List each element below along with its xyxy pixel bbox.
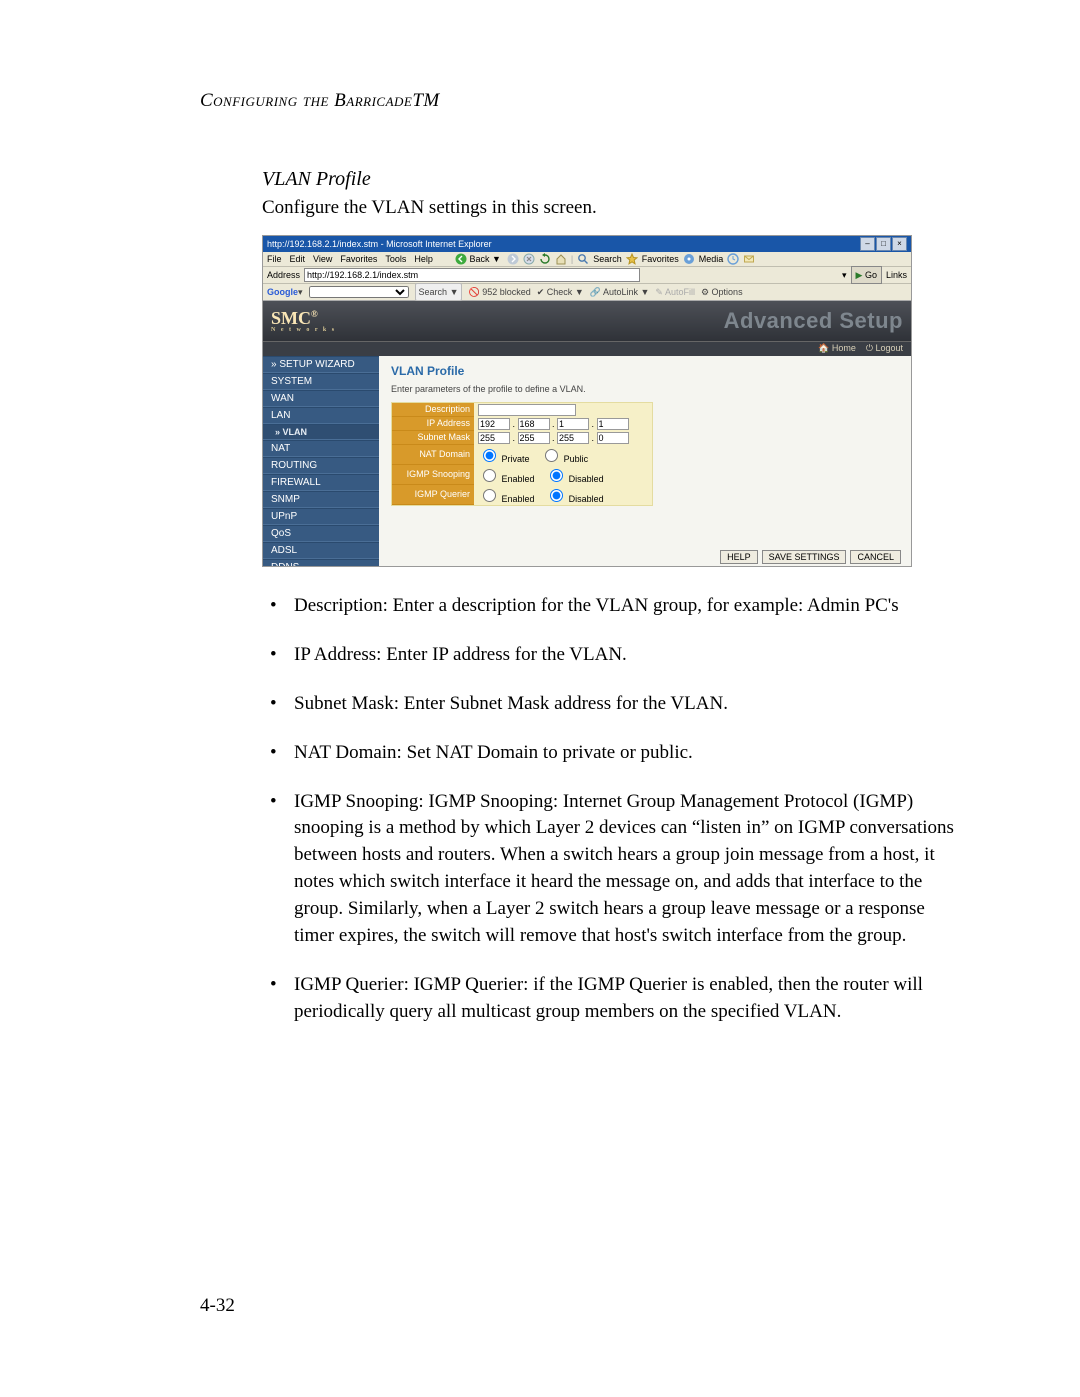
- autolink-button[interactable]: 🔗 AutoLink ▼: [590, 284, 650, 300]
- menu-tools[interactable]: Tools: [385, 252, 406, 266]
- save-button[interactable]: SAVE SETTINGS: [762, 550, 847, 564]
- popups-blocked[interactable]: 🚫 952 blocked: [468, 284, 530, 300]
- close-icon[interactable]: ×: [892, 237, 907, 251]
- stop-icon[interactable]: [523, 253, 535, 265]
- google-search-box[interactable]: [309, 286, 409, 298]
- ip-octet-2[interactable]: [518, 418, 550, 430]
- address-label: Address: [267, 267, 300, 283]
- sidebar-item-4[interactable]: » VLAN: [263, 424, 379, 440]
- window-title: http://192.168.2.1/index.stm - Microsoft…: [267, 236, 492, 252]
- address-bar: Address ▾ ▶ Go Links: [263, 267, 911, 284]
- logout-link[interactable]: ⏻ Logout: [866, 343, 903, 354]
- home-link[interactable]: 🏠 Home: [818, 343, 856, 354]
- page-heading: Advanced Setup: [724, 308, 903, 334]
- search-icon: [577, 253, 589, 265]
- sidebar-item-11[interactable]: ADSL: [263, 542, 379, 559]
- label-igmp-querier: IGMP Querier: [392, 485, 474, 505]
- links-label[interactable]: Links: [886, 267, 907, 283]
- maximize-icon[interactable]: □: [876, 237, 891, 251]
- home-icon[interactable]: [555, 253, 567, 265]
- refresh-icon[interactable]: [539, 253, 551, 265]
- bullet-1: IP Address: Enter IP address for the VLA…: [262, 642, 960, 669]
- snoop-disabled[interactable]: Disabled: [545, 474, 604, 484]
- label-nat-domain: NAT Domain: [392, 445, 474, 465]
- label-igmp-snooping: IGMP Snooping: [392, 465, 474, 485]
- cancel-button[interactable]: CANCEL: [850, 550, 901, 564]
- sidebar-item-2[interactable]: WAN: [263, 390, 379, 407]
- ip-octet-3[interactable]: [557, 418, 589, 430]
- ip-octet-4[interactable]: [597, 418, 629, 430]
- favorites-icon: [626, 253, 638, 265]
- sidebar-item-5[interactable]: NAT: [263, 440, 379, 457]
- querier-disabled[interactable]: Disabled: [545, 494, 604, 504]
- menu-edit[interactable]: Edit: [290, 252, 306, 266]
- bullet-2: Subnet Mask: Enter Subnet Mask address f…: [262, 691, 960, 718]
- mask-octet-2[interactable]: [518, 432, 550, 444]
- bullet-0: Description: Enter a description for the…: [262, 593, 960, 620]
- mask-octet-1[interactable]: [478, 432, 510, 444]
- section-intro: Configure the VLAN settings in this scre…: [262, 195, 960, 221]
- mail-icon[interactable]: [743, 253, 755, 265]
- menu-help[interactable]: Help: [414, 252, 433, 266]
- page-number: 4-32: [200, 1295, 235, 1317]
- screenshot-ie-window: http://192.168.2.1/index.stm - Microsoft…: [262, 235, 912, 567]
- toolbar-search[interactable]: Search: [593, 252, 622, 266]
- google-search-button[interactable]: Search ▼: [415, 283, 463, 301]
- label-ip: IP Address: [392, 417, 474, 431]
- menu-view[interactable]: View: [313, 252, 332, 266]
- google-logo[interactable]: Google▾: [267, 284, 303, 300]
- smc-banner: SMC® N e t w o r k s Advanced Setup: [263, 301, 911, 341]
- bullet-5: IGMP Querier: IGMP Querier: if the IGMP …: [262, 972, 960, 1026]
- forward-icon[interactable]: [507, 253, 519, 265]
- back-button[interactable]: Back ▼: [453, 252, 503, 266]
- querier-enabled[interactable]: Enabled: [478, 494, 535, 504]
- bullet-4: IGMP Snooping: IGMP Snooping: Internet G…: [262, 789, 960, 951]
- nat-public[interactable]: Public: [540, 454, 588, 464]
- menu-favorites[interactable]: Favorites: [340, 252, 377, 266]
- mask-octet-4[interactable]: [597, 432, 629, 444]
- smc-logo: SMC® N e t w o r k s: [271, 308, 336, 333]
- label-description: Description: [392, 403, 474, 417]
- autofill-button[interactable]: ✎ AutoFill: [655, 284, 695, 300]
- back-icon: [455, 253, 467, 265]
- sidebar-item-7[interactable]: FIREWALL: [263, 474, 379, 491]
- media-icon: [683, 253, 695, 265]
- sidebar-item-1[interactable]: SYSTEM: [263, 373, 379, 390]
- side-nav: » SETUP WIZARDSYSTEMWANLAN» VLANNATROUTI…: [263, 356, 379, 567]
- toolbar-media[interactable]: Media: [699, 252, 724, 266]
- label-mask: Subnet Mask: [392, 431, 474, 445]
- menu-file[interactable]: File: [267, 252, 282, 266]
- minimize-icon[interactable]: –: [860, 237, 875, 251]
- bullet-list: Description: Enter a description for the…: [262, 593, 960, 1027]
- running-head: Configuring the BarricadeTM: [200, 90, 960, 112]
- address-input[interactable]: [304, 268, 640, 282]
- section-title: VLAN Profile: [262, 168, 960, 191]
- menu-bar: File Edit View Favorites Tools Help Back…: [263, 252, 911, 267]
- toolbar-favorites[interactable]: Favorites: [642, 252, 679, 266]
- bullet-3: NAT Domain: Set NAT Domain to private or…: [262, 740, 960, 767]
- content-pane: VLAN Profile Enter parameters of the pro…: [379, 356, 911, 567]
- nat-private[interactable]: Private: [478, 454, 530, 464]
- input-description[interactable]: [478, 404, 576, 416]
- content-hint: Enter parameters of the profile to defin…: [391, 384, 899, 394]
- history-icon[interactable]: [727, 253, 739, 265]
- sidebar-item-9[interactable]: UPnP: [263, 508, 379, 525]
- snoop-enabled[interactable]: Enabled: [478, 474, 535, 484]
- spellcheck-button[interactable]: ✔ Check ▼: [537, 284, 584, 300]
- sidebar-item-0[interactable]: » SETUP WIZARD: [263, 356, 379, 373]
- mask-octet-3[interactable]: [557, 432, 589, 444]
- content-title: VLAN Profile: [391, 364, 899, 378]
- ip-octet-1[interactable]: [478, 418, 510, 430]
- options-button[interactable]: ⚙ Options: [701, 284, 743, 300]
- sidebar-item-3[interactable]: LAN: [263, 407, 379, 424]
- sidebar-item-6[interactable]: ROUTING: [263, 457, 379, 474]
- go-button[interactable]: ▶ Go: [851, 266, 882, 284]
- google-toolbar: Google▾ Search ▼ 🚫 952 blocked ✔ Check ▼…: [263, 284, 911, 301]
- vlan-form: Description IP Address . . .: [391, 402, 653, 506]
- sidebar-item-8[interactable]: SNMP: [263, 491, 379, 508]
- sidebar-item-10[interactable]: QoS: [263, 525, 379, 542]
- sidebar-item-12[interactable]: DDNS: [263, 559, 379, 567]
- help-button[interactable]: HELP: [720, 550, 758, 564]
